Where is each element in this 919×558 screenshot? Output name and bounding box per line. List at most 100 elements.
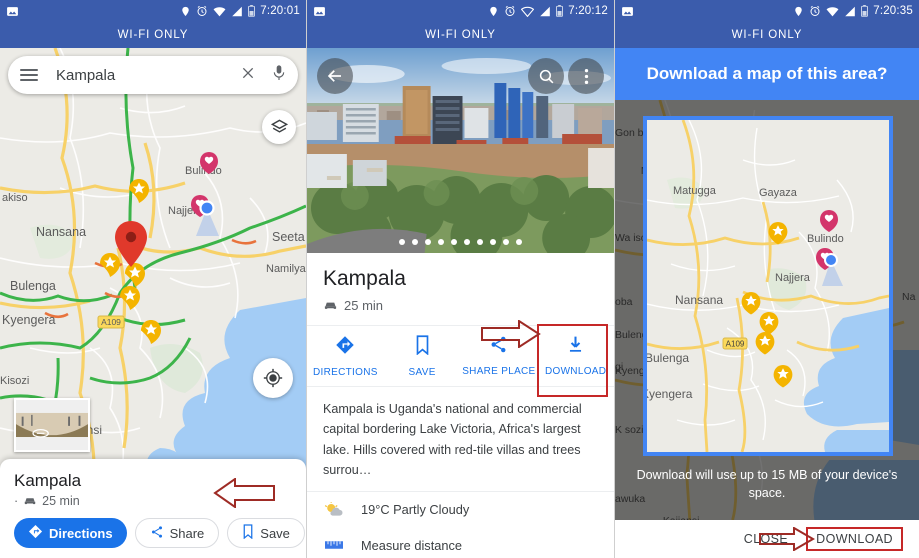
battery-icon	[861, 5, 869, 17]
svg-text:Kyengera: Kyengera	[647, 387, 693, 401]
place-duration: 25 min	[42, 494, 80, 508]
close-icon[interactable]	[240, 65, 256, 86]
svg-text:Namilya: Namilya	[266, 263, 306, 275]
download-highlight-box	[537, 324, 608, 397]
alarm-icon	[196, 5, 208, 17]
bookmark-icon	[242, 524, 254, 542]
panel-download-map: 7:20:35 WI-FI ONLY Download a map of thi…	[614, 0, 919, 558]
download-button[interactable]: DOWNLOAD	[806, 527, 903, 551]
wifi-icon	[520, 6, 535, 17]
back-arrow-icon[interactable]	[317, 58, 353, 94]
action-directions-label: DIRECTIONS	[313, 367, 378, 378]
directions-icon	[28, 524, 43, 542]
action-share-place-label: SHARE PLACE	[462, 366, 536, 377]
signal-icon	[844, 6, 856, 17]
layers-icon[interactable]	[262, 110, 296, 144]
image-icon	[313, 5, 326, 18]
share-icon	[489, 335, 508, 359]
svg-text:Bulenga: Bulenga	[10, 279, 56, 293]
place-description: Kampala is Uganda's national and commerc…	[307, 387, 614, 492]
place-card: Kampala · 25 min Directions Share Save	[0, 459, 306, 558]
wifi-only-banner: WI-FI ONLY	[0, 22, 306, 48]
place-duration-row: 25 min	[323, 298, 598, 313]
signal-icon	[539, 6, 551, 17]
ruler-icon	[323, 540, 345, 550]
wifi-only-banner: WI-FI ONLY	[615, 22, 919, 48]
place-title: Kampala	[14, 471, 82, 490]
status-bar: 7:20:12	[307, 0, 614, 22]
status-time: 7:20:12	[568, 5, 608, 17]
svg-text:Nansana: Nansana	[36, 225, 86, 239]
search-input[interactable]: Kampala	[38, 67, 240, 84]
action-share-place[interactable]: SHARE PLACE	[461, 335, 538, 378]
svg-text:Bulenga: Bulenga	[647, 351, 689, 365]
hamburger-icon[interactable]	[20, 68, 38, 82]
svg-text:Matugga: Matugga	[673, 185, 717, 197]
location-pin-icon	[488, 5, 499, 18]
panel-place-details: 7:20:12 WI-FI ONLY Kampala 25 min DIRECT…	[306, 0, 614, 558]
overflow-menu-icon[interactable]	[568, 58, 604, 94]
microphone-icon[interactable]	[272, 64, 286, 87]
photo-carousel-dots[interactable]	[307, 239, 614, 245]
streetview-thumbnail[interactable]	[14, 398, 90, 452]
my-location-icon[interactable]	[253, 358, 293, 398]
wifi-icon	[826, 6, 839, 17]
download-area-selection[interactable]: A109 Matugga Gayaza Bulindo Najjera Nans…	[643, 116, 893, 456]
place-header: Kampala 25 min	[307, 253, 614, 325]
search-bar[interactable]: Kampala	[8, 56, 298, 94]
save-label: Save	[260, 525, 290, 541]
svg-text:Kyengera: Kyengera	[2, 313, 56, 327]
battery-icon	[556, 5, 564, 17]
selected-map-graphics: A109 Matugga Gayaza Bulindo Najjera Nans…	[647, 120, 889, 452]
location-pin-icon	[180, 5, 191, 18]
search-container: Kampala	[8, 56, 298, 94]
signal-icon	[231, 6, 243, 17]
directions-icon	[335, 335, 355, 360]
svg-text:A109: A109	[726, 340, 745, 349]
panel-map-search: 7:20:01 WI-FI ONLY A109 akiso Nansana Bu…	[0, 0, 306, 558]
close-button[interactable]: CLOSE	[744, 532, 788, 546]
place-title: Kampala	[323, 267, 406, 290]
place-photo[interactable]	[307, 48, 614, 253]
download-header-title: Download a map of this area?	[615, 48, 919, 100]
place-duration-row: · 25 min	[14, 494, 80, 508]
alarm-icon	[809, 5, 821, 17]
status-time: 7:20:35	[873, 5, 913, 17]
partly-cloudy-icon	[323, 501, 345, 518]
svg-text:Bulindo: Bulindo	[807, 233, 844, 245]
action-directions[interactable]: DIRECTIONS	[307, 335, 384, 378]
screenshot-triptych: 7:20:01 WI-FI ONLY A109 akiso Nansana Bu…	[0, 0, 919, 558]
action-bar: DIRECTIONS SAVE SHARE PLACE DOWNLOAD	[307, 324, 614, 397]
place-duration: 25 min	[344, 298, 384, 313]
download-dialog-buttons: CLOSE DOWNLOAD	[615, 520, 919, 558]
bookmark-icon	[415, 335, 430, 360]
svg-text:akiso: akiso	[2, 192, 28, 204]
directions-label: Directions	[49, 525, 113, 541]
status-time: 7:20:01	[260, 5, 300, 17]
directions-button[interactable]: Directions	[14, 518, 127, 548]
location-pin-icon	[793, 5, 804, 18]
image-icon	[621, 5, 634, 18]
weather-row[interactable]: 19°C Partly Cloudy	[307, 492, 614, 528]
save-button[interactable]: Save	[227, 518, 305, 548]
battery-icon	[248, 5, 256, 17]
download-size-note: Download will use up to 15 MB of your de…	[636, 468, 898, 501]
measure-distance-label: Measure distance	[361, 537, 463, 553]
share-icon	[150, 525, 164, 542]
car-icon	[323, 298, 338, 313]
search-icon[interactable]	[528, 58, 564, 94]
status-bar: 7:20:01	[0, 0, 306, 22]
place-actions: Directions Share Save	[14, 518, 305, 548]
svg-text:Gayaza: Gayaza	[759, 187, 798, 199]
wifi-icon	[213, 6, 226, 17]
svg-text:Najjera: Najjera	[775, 272, 811, 284]
alarm-icon	[504, 5, 516, 17]
measure-distance-row[interactable]: Measure distance	[307, 528, 614, 558]
svg-text:Seeta: Seeta	[272, 230, 305, 244]
svg-text:A109: A109	[101, 317, 121, 327]
status-bar: 7:20:35	[615, 0, 919, 22]
share-button[interactable]: Share	[134, 518, 220, 548]
place-details-body: Kampala 25 min DIRECTIONS SAVE SHARE PLA…	[307, 253, 614, 558]
action-save[interactable]: SAVE	[384, 335, 461, 378]
action-save-label: SAVE	[408, 367, 436, 378]
